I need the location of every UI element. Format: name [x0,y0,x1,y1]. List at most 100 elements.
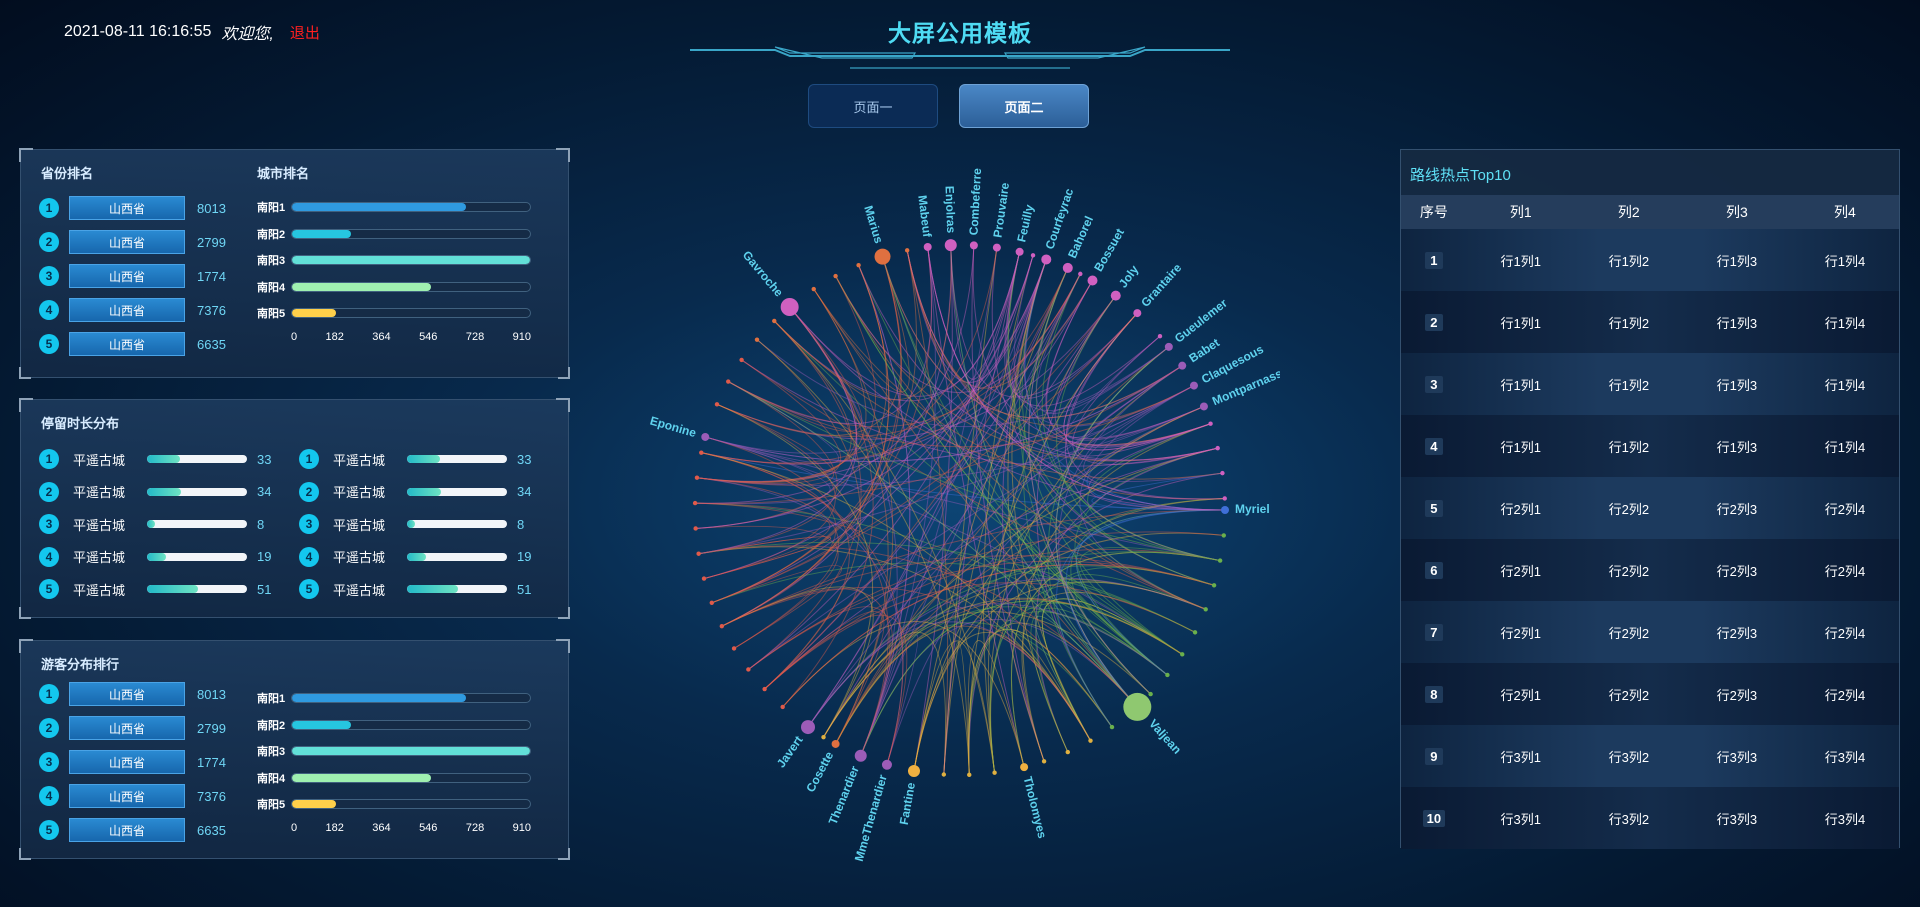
table-row[interactable]: 7 行2列1 行2列2 行2列3 行2列4 [1401,601,1899,663]
province-button[interactable]: 山西省 [69,682,185,706]
graph-node-small[interactable] [726,379,731,384]
graph-node-small[interactable] [811,286,816,292]
table-row[interactable]: 3 行1列1 行1列2 行1列3 行1列4 [1401,353,1899,415]
graph-node-small[interactable] [1109,724,1115,730]
table-cell: 行2列2 [1608,563,1650,579]
graph-node-small[interactable] [1220,470,1225,476]
province-button[interactable]: 山西省 [69,230,185,254]
graph-node-small[interactable] [992,770,997,775]
graph-node[interactable] [881,759,892,770]
graph-node-small[interactable] [731,646,737,651]
graph-node[interactable] [992,243,1001,252]
province-button[interactable]: 山西省 [69,196,185,220]
graph-node-small[interactable] [1221,533,1226,538]
province-button[interactable]: 山西省 [69,716,185,740]
graph-node[interactable] [801,720,816,735]
graph-node[interactable] [1020,763,1029,772]
graph-node-small[interactable] [719,623,725,629]
graph-node-small[interactable] [1180,652,1185,657]
graph-node-small[interactable] [1211,583,1217,588]
graph-node-small[interactable] [1165,672,1170,678]
table-row[interactable]: 8 行2列1 行2列2 行2列3 行2列4 [1401,663,1899,725]
province-button[interactable]: 山西省 [69,784,185,808]
graph-node[interactable] [1164,342,1173,351]
graph-node-label: Cosette [803,749,836,795]
graph-node-small[interactable] [1192,630,1198,635]
province-button[interactable]: 山西省 [69,298,185,322]
table-row[interactable]: 6 行2列1 行2列2 行2列3 行2列4 [1401,539,1899,601]
graph-node-small[interactable] [833,273,838,279]
graph-node-small[interactable] [904,248,910,253]
graph-node[interactable] [1199,402,1208,411]
graph-node-small[interactable] [746,667,751,672]
graph-node-small[interactable] [709,600,714,606]
graph-node[interactable] [874,248,891,265]
graph-node[interactable] [1221,506,1229,514]
graph-node-small[interactable] [696,551,701,556]
graph-node[interactable] [944,239,957,252]
tab-page-one[interactable]: 页面一 [808,84,938,128]
graph-node[interactable] [907,764,920,777]
tab-page-two[interactable]: 页面二 [959,84,1089,128]
column-header[interactable]: 列3 [1683,202,1791,222]
graph-node[interactable] [1178,361,1187,370]
graph-node[interactable] [1015,247,1024,256]
graph-node-small[interactable] [693,526,698,531]
province-button[interactable]: 山西省 [69,750,185,774]
graph-node-small[interactable] [714,402,720,407]
graph-node[interactable] [969,241,978,250]
graph-node-small[interactable] [1065,749,1070,755]
relation-graph[interactable]: Myriel Valjean Tholomyes Fantine MmeThenardi… [640,140,1280,880]
graph-node[interactable] [1087,275,1098,286]
graph-node-small[interactable] [1041,759,1047,764]
graph-node-small[interactable] [1222,496,1227,501]
table-row[interactable]: 9 行3列1 行3列2 行3列3 行3列4 [1401,725,1899,787]
graph-node-small[interactable] [780,704,785,710]
graph-node[interactable] [1110,290,1121,301]
graph-node-small[interactable] [1215,445,1220,451]
graph-node-small[interactable] [772,318,777,324]
column-header[interactable]: 序号 [1401,202,1467,222]
stay-row: 5 平遥古城 51 [39,573,283,606]
graph-node[interactable] [1133,309,1142,318]
table-row[interactable]: 5 行2列1 行2列2 行2列3 行2列4 [1401,477,1899,539]
graph-node-small[interactable] [692,500,698,506]
column-header[interactable]: 列4 [1791,202,1899,222]
graph-node[interactable] [923,242,932,251]
graph-node[interactable] [1041,254,1052,265]
graph-node[interactable] [1189,381,1198,390]
graph-node-small[interactable] [701,576,707,581]
table-row[interactable]: 4 行1列1 行1列2 行1列3 行1列4 [1401,415,1899,477]
column-header[interactable]: 列2 [1575,202,1683,222]
graph-node-small[interactable] [754,337,760,342]
graph-node-small[interactable] [1078,271,1083,277]
graph-node-small[interactable] [1157,333,1163,339]
graph-node-small[interactable] [1208,421,1213,426]
graph-node-small[interactable] [821,734,826,740]
province-button[interactable]: 山西省 [69,264,185,288]
province-button[interactable]: 山西省 [69,332,185,356]
graph-node-small[interactable] [699,450,704,455]
column-header[interactable]: 列1 [1467,202,1575,222]
graph-node-small[interactable] [1203,607,1208,612]
graph-node[interactable] [780,297,799,316]
graph-node-small[interactable] [1217,558,1223,563]
graph-node-small[interactable] [739,357,744,363]
graph-node-small[interactable] [694,475,700,480]
graph-node[interactable] [831,739,840,748]
graph-node-small[interactable] [1030,253,1036,258]
graph-node-small[interactable] [762,686,767,692]
table-row[interactable]: 1 行1列1 行1列2 行1列3 行1列4 [1401,229,1899,291]
graph-node-small[interactable] [1148,691,1153,697]
graph-node[interactable] [701,432,710,441]
table-row[interactable]: 2 行1列1 行1列2 行1列3 行1列4 [1401,291,1899,353]
graph-node-small[interactable] [967,772,972,778]
graph-node[interactable] [854,749,867,762]
graph-node[interactable] [1123,692,1152,721]
graph-node-small[interactable] [941,772,947,777]
table-row[interactable]: 10 行3列1 行3列2 行3列3 行3列4 [1401,787,1899,849]
graph-node-small[interactable] [1088,738,1093,743]
graph-node[interactable] [1062,262,1073,273]
province-button[interactable]: 山西省 [69,818,185,842]
graph-node-small[interactable] [856,262,861,268]
